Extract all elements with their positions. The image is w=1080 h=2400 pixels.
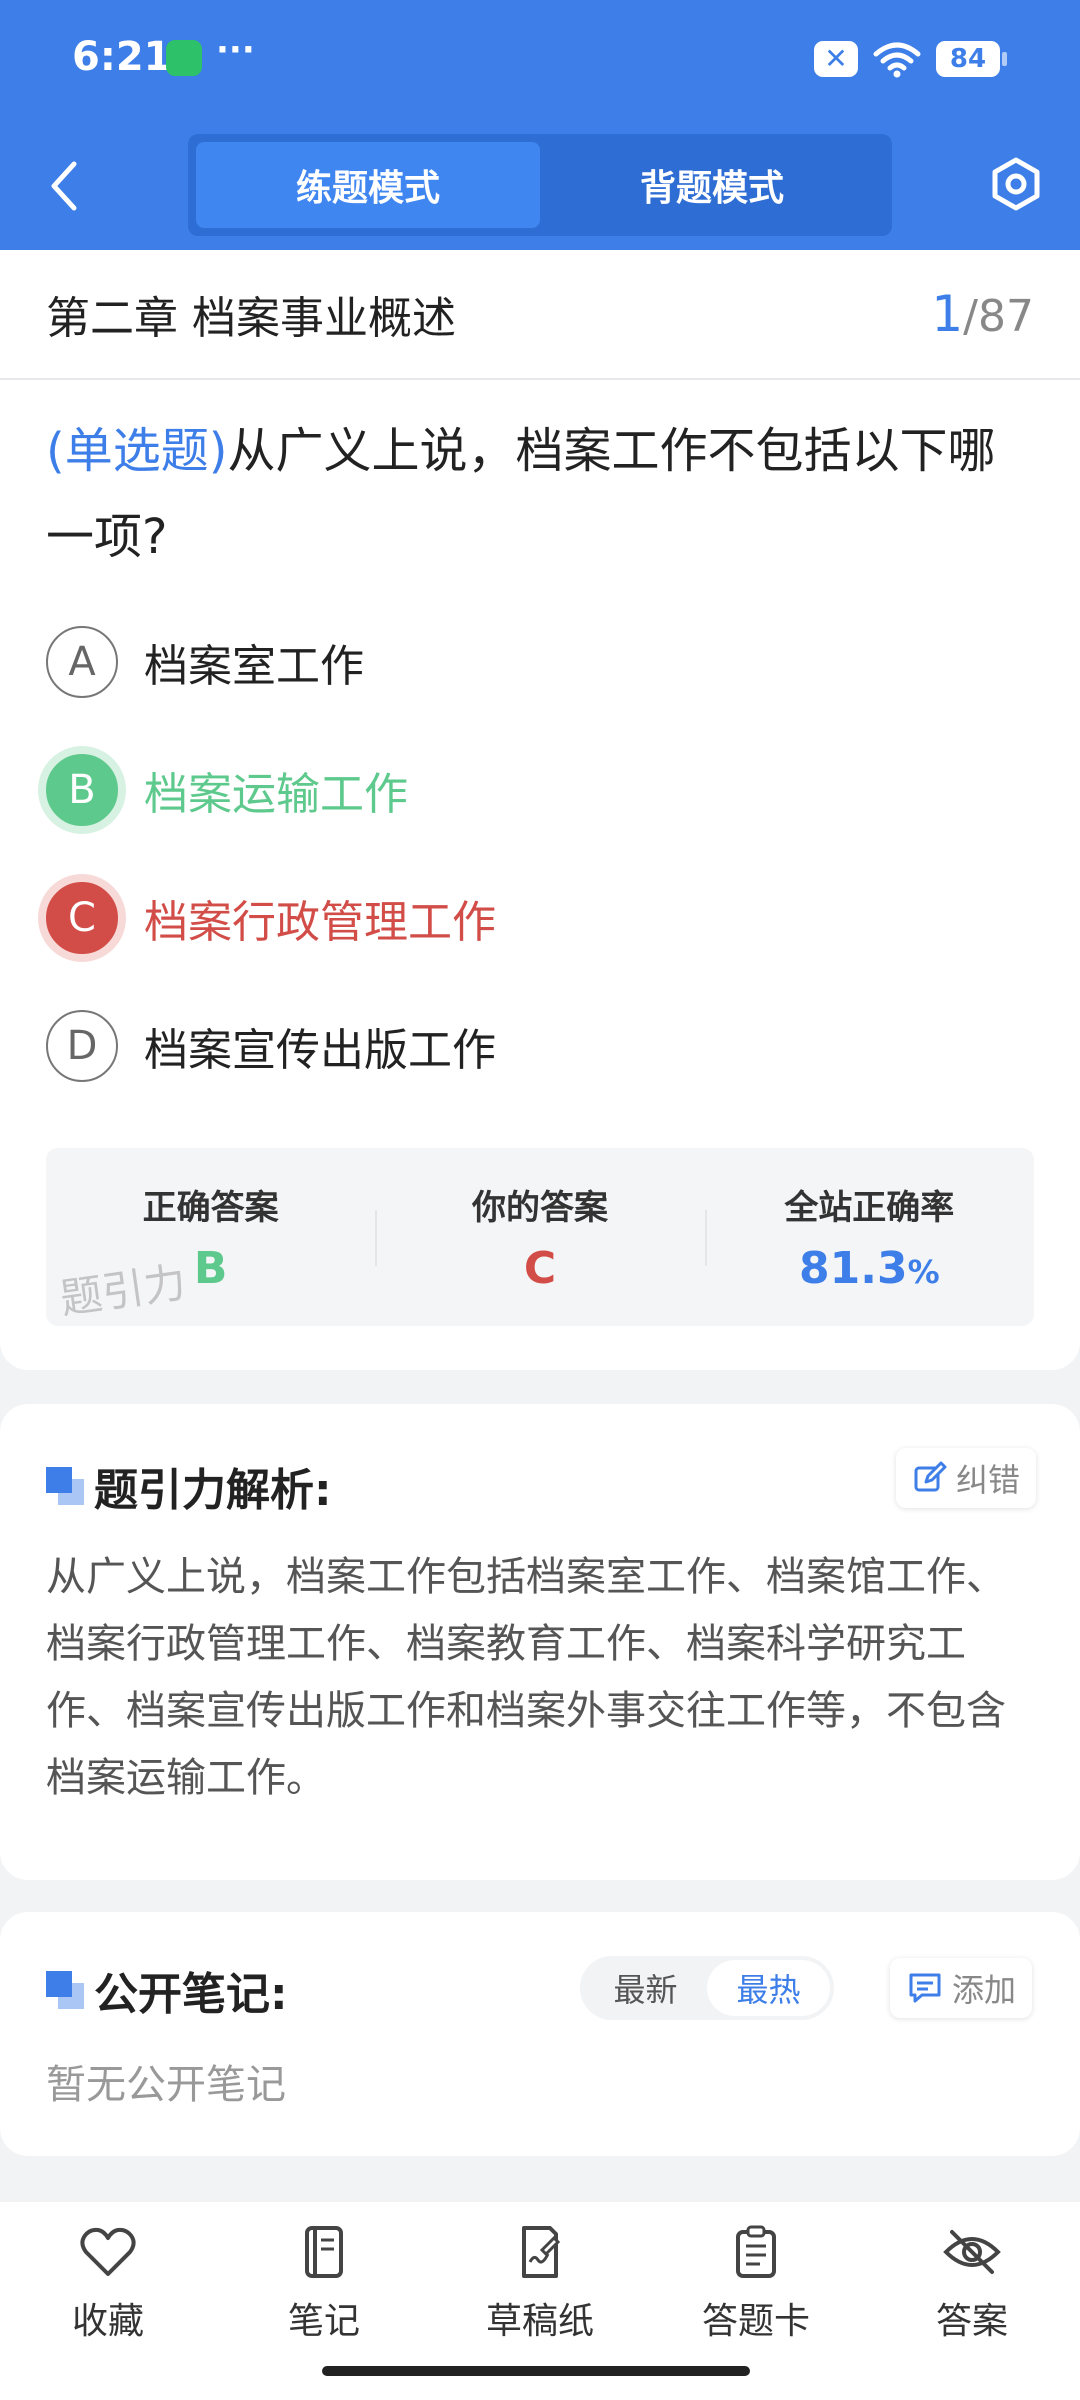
tab-memorize-mode[interactable]: 背题模式 xyxy=(540,142,884,228)
status-more-dots: ··· xyxy=(216,30,255,70)
nav-label: 答案 xyxy=(935,2301,1008,2342)
chapter-title: 第二章 档案事业概述 xyxy=(46,293,456,344)
add-note-button[interactable]: 添加 xyxy=(890,1958,1033,2018)
your-answer-label: 你的答案 xyxy=(471,1188,608,1228)
option-b[interactable]: B 档案运输工作 xyxy=(0,726,1080,854)
question-type: (单选题) xyxy=(46,423,228,479)
option-text: 档案运输工作 xyxy=(144,769,408,820)
option-text: 档案行政管理工作 xyxy=(144,897,496,948)
mode-switch: 练题模式 背题模式 xyxy=(188,134,892,236)
section-squares-icon xyxy=(46,1467,84,1505)
nav-show-answer[interactable]: 答案 xyxy=(864,2202,1080,2400)
accuracy-rate-unit: % xyxy=(907,1253,940,1291)
top-header: 6:21 ··· ✕ 84 练题模式 背题模式 xyxy=(0,0,1080,250)
nav-label: 收藏 xyxy=(71,2301,144,2342)
report-error-button[interactable]: 纠错 xyxy=(896,1448,1037,1508)
question-progress: 1/87 xyxy=(931,285,1034,343)
accuracy-rate-column: 全站正确率 81.3% xyxy=(704,1148,1034,1326)
nav-label: 答题卡 xyxy=(701,2301,810,2342)
notebook-icon xyxy=(305,2226,343,2278)
option-text: 档案宣传出版工作 xyxy=(144,1025,496,1076)
wifi-icon xyxy=(872,40,922,78)
eye-off-icon xyxy=(943,2230,1001,2274)
battery-indicator: 84 xyxy=(936,41,1007,77)
notes-sort-toggle: 最新 最热 xyxy=(580,1956,834,2020)
section-squares-icon xyxy=(46,1971,84,2009)
sort-hot-option[interactable]: 最热 xyxy=(707,1960,830,2016)
option-d[interactable]: D 档案宣传出版工作 xyxy=(0,982,1080,1110)
edit-icon xyxy=(914,1461,947,1492)
option-letter: C xyxy=(46,882,118,954)
no-signal-icon: ✕ xyxy=(814,41,858,77)
current-question-number: 1 xyxy=(931,285,964,343)
nav-label: 笔记 xyxy=(287,2301,360,2342)
analysis-title: 题引力解析: xyxy=(94,1465,332,1516)
your-answer-value: C xyxy=(523,1243,557,1294)
progress-separator: / xyxy=(963,291,978,342)
option-letter: D xyxy=(46,1010,118,1082)
answer-sheet-icon xyxy=(736,2225,776,2278)
home-indicator[interactable] xyxy=(322,2366,750,2376)
analysis-card: 题引力解析: 纠错 从广义上说，档案工作包括档案室工作、档案馆工作、档案行政管理… xyxy=(0,1404,1080,1880)
comment-icon xyxy=(909,1973,941,2003)
add-note-label: 添加 xyxy=(952,1971,1017,2009)
option-a[interactable]: A 档案室工作 xyxy=(0,598,1080,726)
option-letter: A xyxy=(46,626,118,698)
analysis-header: 题引力解析: xyxy=(46,1454,332,1518)
accuracy-rate-number: 81.3 xyxy=(799,1243,908,1294)
nav-label: 草稿纸 xyxy=(485,2301,594,2342)
accuracy-rate-value: 81.3% xyxy=(799,1243,940,1294)
analysis-text: 从广义上说，档案工作包括档案室工作、档案馆工作、档案行政管理工作、档案教育工作、… xyxy=(46,1554,1006,1801)
accuracy-rate-label: 全站正确率 xyxy=(784,1188,955,1228)
draft-paper-icon xyxy=(522,2226,561,2278)
option-text: 档案室工作 xyxy=(144,641,364,692)
nav-favorite[interactable]: 收藏 xyxy=(0,2202,216,2400)
wechat-notification-icon xyxy=(166,40,202,76)
your-answer-column: 你的答案 C xyxy=(375,1148,704,1326)
report-error-label: 纠错 xyxy=(956,1461,1021,1499)
heart-icon xyxy=(80,2227,136,2276)
notes-empty-text: 暂无公开笔记 xyxy=(46,2062,286,2108)
back-arrow-icon[interactable] xyxy=(44,158,84,214)
chapter-row: 第二章 档案事业概述 1/87 xyxy=(0,250,1080,380)
status-time: 6:21 xyxy=(72,34,172,80)
options-list: A 档案室工作 B 档案运输工作 C 档案行政管理工作 D 档案宣传出版工作 xyxy=(0,598,1080,1110)
option-c[interactable]: C 档案行政管理工作 xyxy=(0,854,1080,982)
question-card: 第二章 档案事业概述 1/87 (单选题)从广义上说，档案工作不包括以下哪一项?… xyxy=(0,250,1080,1370)
notes-card: 公开笔记: 最新 最热 添加 暂无公开笔记 xyxy=(0,1912,1080,2156)
sort-latest-option[interactable]: 最新 xyxy=(584,1960,707,2016)
settings-hexagon-icon[interactable] xyxy=(988,156,1044,212)
correct-answer-value: B xyxy=(193,1243,228,1294)
status-icons: ✕ 84 xyxy=(814,40,1007,78)
correct-answer-label: 正确答案 xyxy=(142,1188,279,1228)
notes-header: 公开笔记: xyxy=(46,1958,288,2022)
answer-summary: 正确答案 B 你的答案 C 全站正确率 81.3% xyxy=(46,1148,1034,1326)
tab-practice-mode[interactable]: 练题模式 xyxy=(196,142,540,228)
notes-title: 公开笔记: xyxy=(94,1969,288,2020)
option-letter: B xyxy=(46,754,118,826)
total-questions: 87 xyxy=(978,291,1034,342)
question-text: (单选题)从广义上说，档案工作不包括以下哪一项? xyxy=(0,380,1080,580)
